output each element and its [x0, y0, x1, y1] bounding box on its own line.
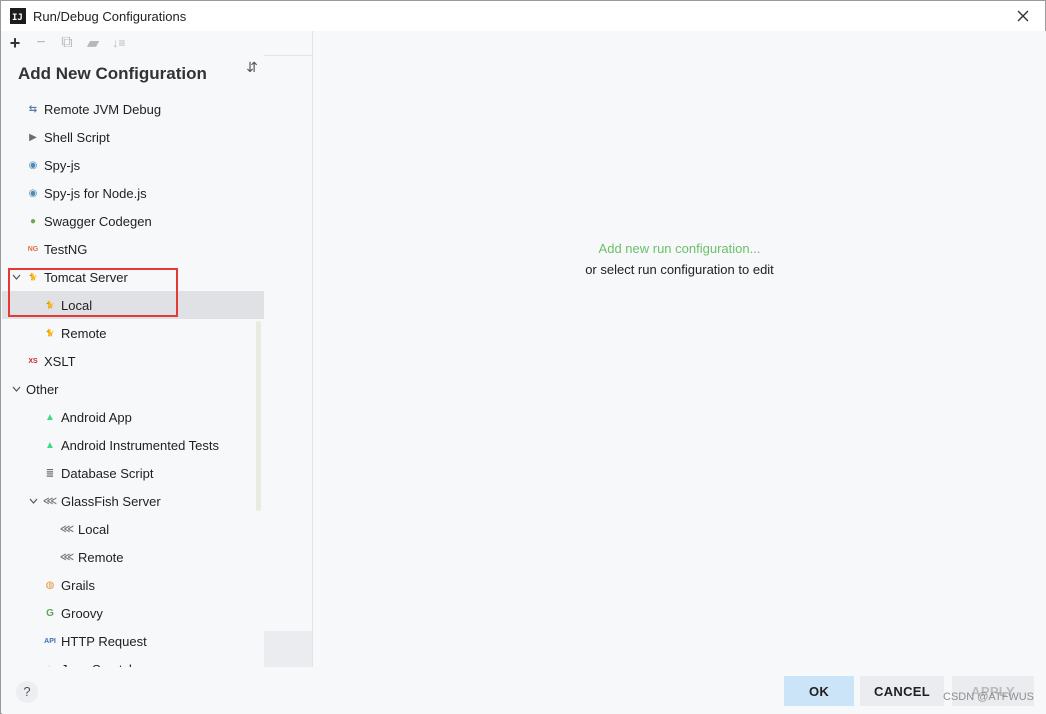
help-button[interactable]: ? — [16, 681, 38, 703]
tree-toolbar: + − ⧉ ▰ ↓≡ — [2, 31, 132, 55]
tree-item-label: GlassFish Server — [61, 493, 161, 509]
xslt-icon: XS — [28, 357, 38, 365]
tree-item-java-scratch[interactable]: ☕Java Scratch — [2, 655, 264, 668]
tree-item-groovy[interactable]: G Groovy — [2, 599, 264, 627]
pane-splitter[interactable] — [264, 31, 313, 667]
tomcat-remote-icon: 🐈 — [45, 330, 55, 337]
glassfish-icon: ⋘ — [42, 495, 58, 507]
glassfish-local-icon: ⋘ — [59, 523, 75, 535]
android-icon: ▲ — [45, 411, 55, 423]
tree-item-label: Android App — [61, 409, 132, 425]
tree-item-label: Local — [61, 297, 93, 313]
tree-scrollbar[interactable] — [256, 321, 261, 511]
tree-item-local[interactable]: 🐈 Local — [2, 291, 264, 319]
tree-item-label: Tomcat Server — [44, 269, 128, 285]
close-window-button[interactable] — [1013, 6, 1033, 26]
tree-item-label: Grails — [61, 577, 95, 593]
tree-item-label: Remote JVM Debug — [44, 101, 162, 117]
spy-js-node-icon: ◉ — [28, 187, 38, 199]
tree-item-other[interactable]: Other — [2, 375, 264, 403]
database-icon: ≣ — [45, 467, 55, 479]
add-new-configuration-heading: Add New Configuration — [18, 64, 207, 83]
ok-button[interactable]: OK — [784, 676, 854, 706]
spy-js-icon: ◉ — [28, 159, 38, 171]
tree-item-grails[interactable]: ◍ Grails — [2, 571, 264, 599]
tree-item-label: Swagger Codegen — [44, 213, 152, 229]
tree-item-local[interactable]: ⋘ Local — [2, 515, 264, 543]
tree-item-spy-js-for-node-js[interactable]: ◉ Spy-js for Node.js — [2, 179, 264, 207]
tree-item-android-instrumented-tests[interactable]: ▲ Android Instrumented Tests — [2, 431, 264, 459]
tree-item-http-request[interactable]: API HTTP Request — [2, 627, 264, 655]
chevron-down-icon[interactable] — [26, 496, 40, 507]
tree-item-remote[interactable]: 🐈 Remote — [2, 319, 264, 347]
tree-item-testng[interactable]: NG TestNG — [2, 235, 264, 263]
tree-item-remote[interactable]: ⋘ Remote — [2, 543, 264, 571]
add-new-run-configuration-link[interactable]: Add new run configuration... — [313, 241, 1046, 256]
grails-icon: ◍ — [45, 579, 55, 591]
splitter-bottom-block — [264, 631, 312, 667]
folder-icon: ▰ — [86, 35, 100, 52]
tree-item-label: Shell Script — [44, 129, 110, 145]
tomcat-local-icon: 🐈 — [45, 302, 55, 309]
title-bar: IJ Run/Debug Configurations — [1, 1, 1045, 31]
copy-icon: ⧉ — [61, 34, 73, 51]
tree-item-label: Android Instrumented Tests — [61, 437, 220, 453]
move-to-folder-button[interactable]: ▰ — [80, 32, 106, 54]
tree-item-remote-jvm-debug[interactable]: ⇆ Remote JVM Debug — [2, 95, 264, 123]
tree-item-shell-script[interactable]: ▶ Shell Script — [2, 123, 264, 151]
chevron-down-icon[interactable] — [9, 384, 23, 395]
tree-item-label: Database Script — [61, 465, 154, 481]
tree-item-label: Other — [26, 381, 59, 397]
tree-item-label: Groovy — [61, 605, 103, 621]
android-test-icon: ▲ — [45, 439, 55, 451]
add-configuration-button[interactable]: + — [2, 32, 28, 54]
tomcat-icon: 🐈 — [28, 274, 38, 281]
remove-configuration-button[interactable]: − — [28, 32, 54, 54]
testng-icon: NG — [27, 245, 39, 253]
groovy-icon: G — [46, 607, 54, 619]
chevron-down-icon[interactable] — [9, 272, 23, 283]
dialog-footer: ? OK CANCEL APPLY — [2, 667, 1046, 714]
close-icon — [1017, 10, 1029, 22]
tree-item-spy-js[interactable]: ◉ Spy-js — [2, 151, 264, 179]
collapse-all-icon[interactable]: ⇵ — [244, 59, 260, 75]
tree-item-android-app[interactable]: ▲ Android App — [2, 403, 264, 431]
remote-debug-icon: ⇆ — [28, 103, 38, 115]
plus-icon: + — [9, 32, 21, 53]
tree-item-label: XSLT — [44, 353, 76, 369]
glassfish-remote-icon: ⋘ — [59, 551, 75, 563]
csdn-watermark: CSDN @ATFWUS — [943, 691, 1035, 703]
tree-item-label: Local — [78, 521, 110, 537]
tree-item-swagger-codegen[interactable]: ● Swagger Codegen — [2, 207, 264, 235]
tree-item-label: TestNG — [44, 241, 88, 257]
tree-item-label: Spy-js — [44, 157, 81, 173]
sort-configurations-button[interactable]: ↓≡ — [106, 32, 132, 54]
minus-icon: − — [36, 34, 46, 51]
http-request-icon: API — [44, 637, 56, 645]
window-title: Run/Debug Configurations — [33, 8, 187, 24]
configuration-type-tree: ⇆ Remote JVM Debug ▶ Shell Script ◉ Spy-js ◉ Sp… — [2, 95, 264, 667]
tree-item-label: Remote — [78, 549, 124, 565]
cancel-button[interactable]: CANCEL — [860, 676, 944, 706]
tree-item-label: HTTP Request — [61, 633, 147, 649]
run-debug-configurations-window: IJ Run/Debug Configurations + − ⧉ ▰ ↓≡ A… — [0, 0, 1046, 714]
copy-configuration-button[interactable]: ⧉ — [54, 32, 80, 54]
configuration-tree-pane: + − ⧉ ▰ ↓≡ Add New Configuration ⇵ ⇆ Remo… — [2, 31, 264, 667]
tree-item-xslt[interactable]: XS XSLT — [2, 347, 264, 375]
configuration-editor-pane: Add new run configuration... or select r… — [313, 31, 1046, 667]
tree-item-tomcat-server[interactable]: 🐈 Tomcat Server — [2, 263, 264, 291]
sort-icon: ↓≡ — [112, 36, 126, 50]
tree-item-label: Spy-js for Node.js — [44, 185, 147, 201]
intellij-app-icon: IJ — [10, 8, 26, 24]
toolbar-divider — [264, 55, 312, 56]
swagger-icon: ● — [29, 215, 37, 227]
select-configuration-hint: or select run configuration to edit — [585, 262, 774, 277]
tree-item-database-script[interactable]: ≣ Database Script — [2, 459, 264, 487]
shell-script-icon: ▶ — [29, 131, 37, 143]
tree-item-glassfish-server[interactable]: ⋘ GlassFish Server — [2, 487, 264, 515]
tree-item-label: Remote — [61, 325, 107, 341]
